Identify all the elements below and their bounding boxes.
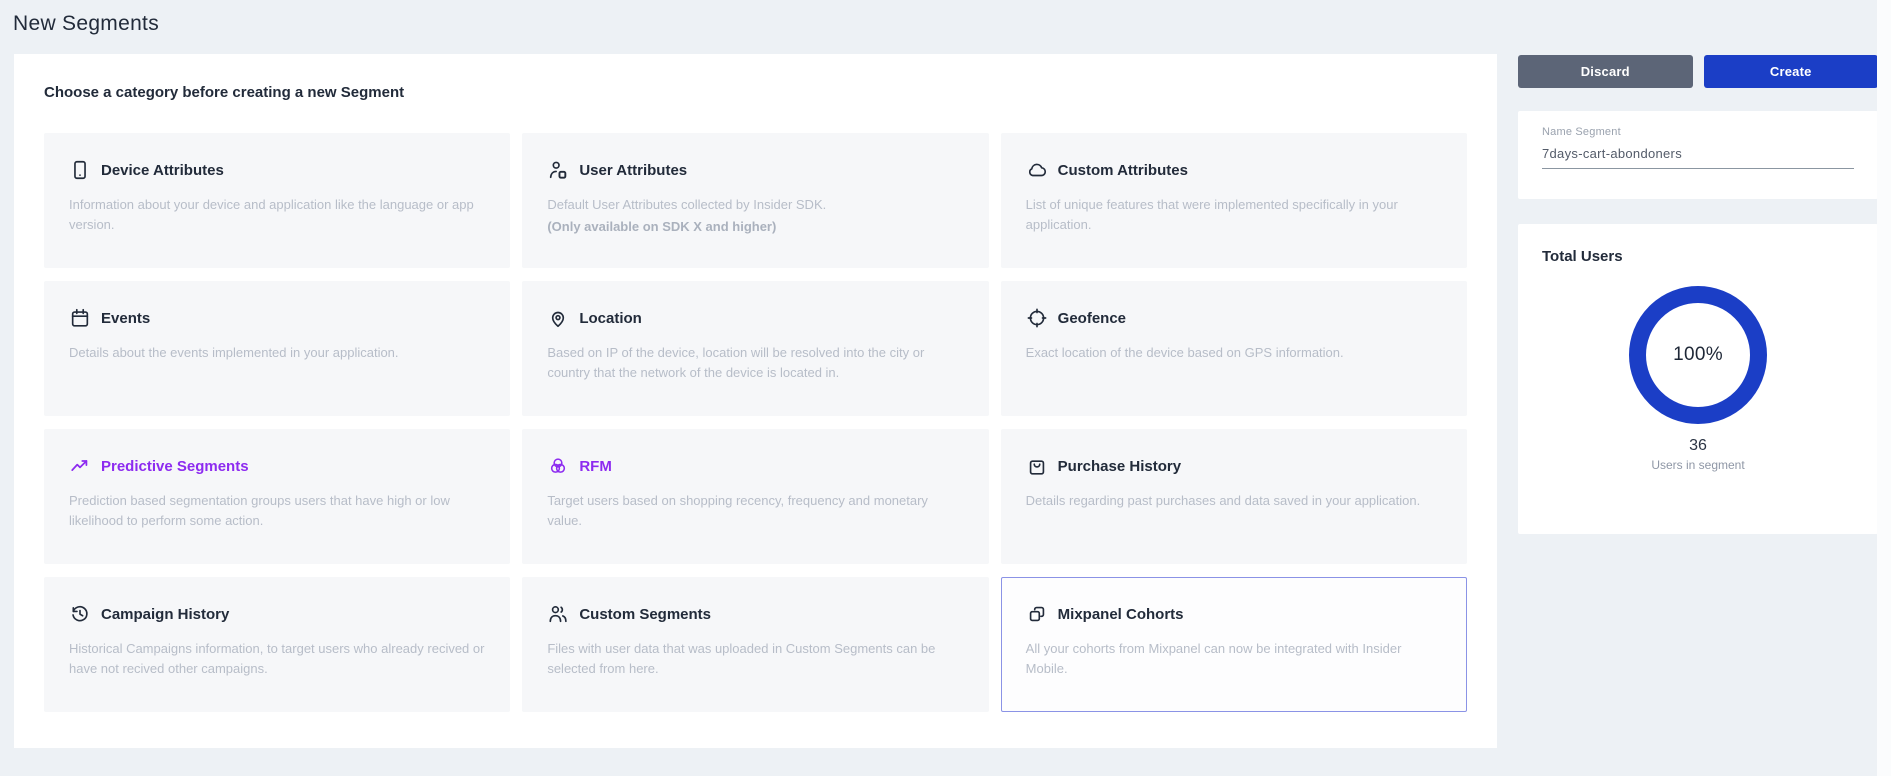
category-card-custom-attributes[interactable]: Custom Attributes List of unique feature… — [1001, 133, 1467, 268]
users-icon — [547, 603, 569, 625]
card-description-note: (Only available on SDK X and higher) — [547, 217, 963, 237]
card-description: Details about the events implemented in … — [69, 343, 485, 363]
category-card-geofence[interactable]: Geofence Exact location of the device ba… — [1001, 281, 1467, 416]
card-description: Historical Campaigns information, to tar… — [69, 639, 485, 679]
shopping-bag-icon — [1026, 455, 1048, 477]
category-card-user-attributes[interactable]: User Attributes Default User Attributes … — [522, 133, 988, 268]
segment-name-label: Name Segment — [1542, 126, 1854, 138]
total-users-title: Total Users — [1542, 248, 1854, 265]
card-title: Location — [579, 310, 642, 327]
history-icon — [69, 603, 91, 625]
user-icon — [547, 159, 569, 181]
card-description: Details regarding past purchases and dat… — [1026, 491, 1442, 511]
segment-name-card: Name Segment — [1518, 111, 1878, 199]
donut-percent-label: 100% — [1673, 344, 1723, 366]
total-users-card: Total Users 100% 36 Users in segment — [1518, 224, 1878, 534]
card-description: Default User Attributes collected by Ins… — [547, 195, 963, 215]
cloud-icon — [1026, 159, 1048, 181]
card-title: Custom Segments — [579, 606, 711, 623]
card-title: Mixpanel Cohorts — [1058, 606, 1184, 623]
users-caption: Users in segment — [1542, 458, 1854, 472]
create-button[interactable]: Create — [1704, 55, 1879, 88]
category-card-purchase-history[interactable]: Purchase History Details regarding past … — [1001, 429, 1467, 564]
card-description: List of unique features that were implem… — [1026, 195, 1442, 235]
card-description: Prediction based segmentation groups use… — [69, 491, 485, 531]
users-count: 36 — [1542, 437, 1854, 455]
location-pin-icon — [547, 307, 569, 329]
page-title: New Segments — [13, 12, 159, 36]
category-card-rfm[interactable]: RFM Target users based on shopping recen… — [522, 429, 988, 564]
card-description: All your cohorts from Mixpanel can now b… — [1026, 639, 1442, 679]
card-description: Exact location of the device based on GP… — [1026, 343, 1442, 363]
category-card-location[interactable]: Location Based on IP of the device, loca… — [522, 281, 988, 416]
calendar-icon — [69, 307, 91, 329]
cohorts-icon — [1026, 603, 1048, 625]
geofence-icon — [1026, 307, 1048, 329]
card-description: Based on IP of the device, location will… — [547, 343, 963, 383]
panel-subtitle: Choose a category before creating a new … — [44, 84, 1497, 101]
category-card-events[interactable]: Events Details about the events implemen… — [44, 281, 510, 416]
scrollbar-track[interactable] — [1877, 0, 1891, 776]
card-title: RFM — [579, 458, 612, 475]
card-description: Information about your device and applic… — [69, 195, 485, 235]
segment-name-input[interactable] — [1542, 146, 1854, 169]
category-card-device-attributes[interactable]: Device Attributes Information about your… — [44, 133, 510, 268]
card-title: Geofence — [1058, 310, 1126, 327]
users-donut-chart: 100% — [1629, 286, 1767, 424]
card-title: User Attributes — [579, 162, 687, 179]
card-description: Target users based on shopping recency, … — [547, 491, 963, 531]
segment-category-panel: Choose a category before creating a new … — [14, 54, 1497, 748]
category-card-campaign-history[interactable]: Campaign History Historical Campaigns in… — [44, 577, 510, 712]
category-card-mixpanel-cohorts[interactable]: Mixpanel Cohorts All your cohorts from M… — [1001, 577, 1467, 712]
card-title: Purchase History — [1058, 458, 1181, 475]
discard-button[interactable]: Discard — [1518, 55, 1693, 88]
category-card-custom-segments[interactable]: Custom Segments Files with user data tha… — [522, 577, 988, 712]
card-description: Files with user data that was uploaded i… — [547, 639, 963, 679]
device-icon — [69, 159, 91, 181]
category-card-grid: Device Attributes Information about your… — [44, 133, 1467, 712]
category-card-predictive-segments[interactable]: Predictive Segments Prediction based seg… — [44, 429, 510, 564]
card-title: Predictive Segments — [101, 458, 249, 475]
trend-up-icon — [69, 455, 91, 477]
card-title: Campaign History — [101, 606, 229, 623]
segment-summary-sidebar: Discard Create Name Segment Total Users … — [1518, 55, 1878, 534]
card-title: Custom Attributes — [1058, 162, 1188, 179]
card-title: Events — [101, 310, 150, 327]
venn-diagram-icon — [547, 455, 569, 477]
card-title: Device Attributes — [101, 162, 224, 179]
